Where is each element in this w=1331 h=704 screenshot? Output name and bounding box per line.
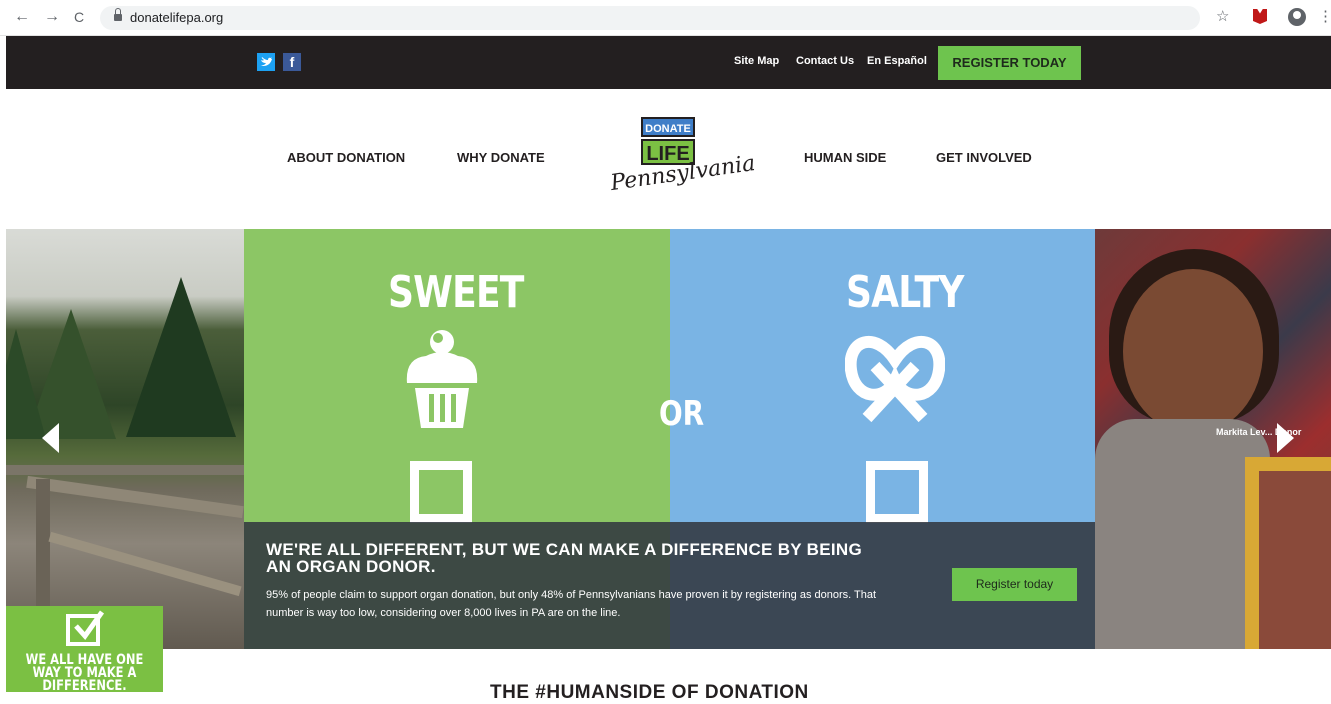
mcafee-extension-icon[interactable] xyxy=(1253,9,1267,24)
spanish-link[interactable]: En Español xyxy=(867,55,927,67)
forward-icon[interactable]: → xyxy=(44,7,60,27)
sweet-label: SWEET xyxy=(388,267,524,318)
sweet-or-salty-panel: SWEET SALTY OR WE'RE ALL DIFFERENT, BUT … xyxy=(244,229,1095,649)
register-today-button[interactable]: REGISTER TODAY xyxy=(938,46,1081,80)
slider-next-arrow-icon[interactable] xyxy=(1277,423,1294,453)
donate-life-pa-logo[interactable]: DONATE LIFE Pennsylvania xyxy=(608,111,757,206)
register-today-hero-button[interactable]: Register today xyxy=(952,568,1077,601)
facebook-icon[interactable]: f xyxy=(283,53,301,71)
browser-menu-icon[interactable]: ⋮ xyxy=(1318,7,1331,25)
twitter-icon[interactable] xyxy=(257,53,275,71)
back-icon[interactable]: ← xyxy=(14,7,30,27)
badge-text: WE ALL HAVE ONE WAY TO MAKE A DIFFERENCE… xyxy=(25,652,144,694)
browser-toolbar: ← → C donatelifepa.org ☆ ⋮ xyxy=(0,0,1331,36)
pretzel-icon xyxy=(845,335,945,423)
humanside-heading: THE #HUMANSIDE OF DONATION xyxy=(490,682,809,703)
salty-label: SALTY xyxy=(846,267,964,318)
nav-get-involved[interactable]: GET INVOLVED xyxy=(936,150,1032,165)
hero-title: WE'RE ALL DIFFERENT, BUT WE CAN MAKE A D… xyxy=(266,540,862,576)
bookmark-star-icon[interactable]: ☆ xyxy=(1216,7,1229,25)
sweet-checkbox[interactable] xyxy=(410,461,472,523)
checkmark-icon xyxy=(66,610,105,646)
contact-us-link[interactable]: Contact Us xyxy=(796,55,854,67)
salty-checkbox[interactable] xyxy=(866,461,928,523)
hero-caption: WE'RE ALL DIFFERENT, BUT WE CAN MAKE A D… xyxy=(244,522,1095,649)
utility-bar: f Site Map Contact Us En Español REGISTE… xyxy=(6,36,1331,89)
donor-portrait-photo xyxy=(1095,229,1331,649)
site-map-link[interactable]: Site Map xyxy=(734,55,779,67)
slider-prev-arrow-icon[interactable] xyxy=(42,423,59,453)
url-text[interactable]: donatelifepa.org xyxy=(130,10,223,25)
profile-icon[interactable] xyxy=(1288,8,1306,26)
hero-body: 95% of people claim to support organ don… xyxy=(266,589,877,619)
hero-slider: SWEET SALTY OR WE'RE ALL DIFFERENT, BUT … xyxy=(6,229,1331,649)
reload-icon[interactable]: C xyxy=(74,7,84,27)
one-way-badge[interactable]: WE ALL HAVE ONE WAY TO MAKE A DIFFERENCE… xyxy=(6,606,163,694)
nav-why-donate[interactable]: WHY DONATE xyxy=(457,150,545,165)
address-bar[interactable]: donatelifepa.org xyxy=(100,6,1200,30)
nav-about-donation[interactable]: ABOUT DONATION xyxy=(287,150,405,165)
or-label: OR xyxy=(658,394,705,434)
lock-icon xyxy=(114,8,122,21)
cupcake-icon xyxy=(406,330,478,428)
nav-human-side[interactable]: HUMAN SIDE xyxy=(804,150,886,165)
